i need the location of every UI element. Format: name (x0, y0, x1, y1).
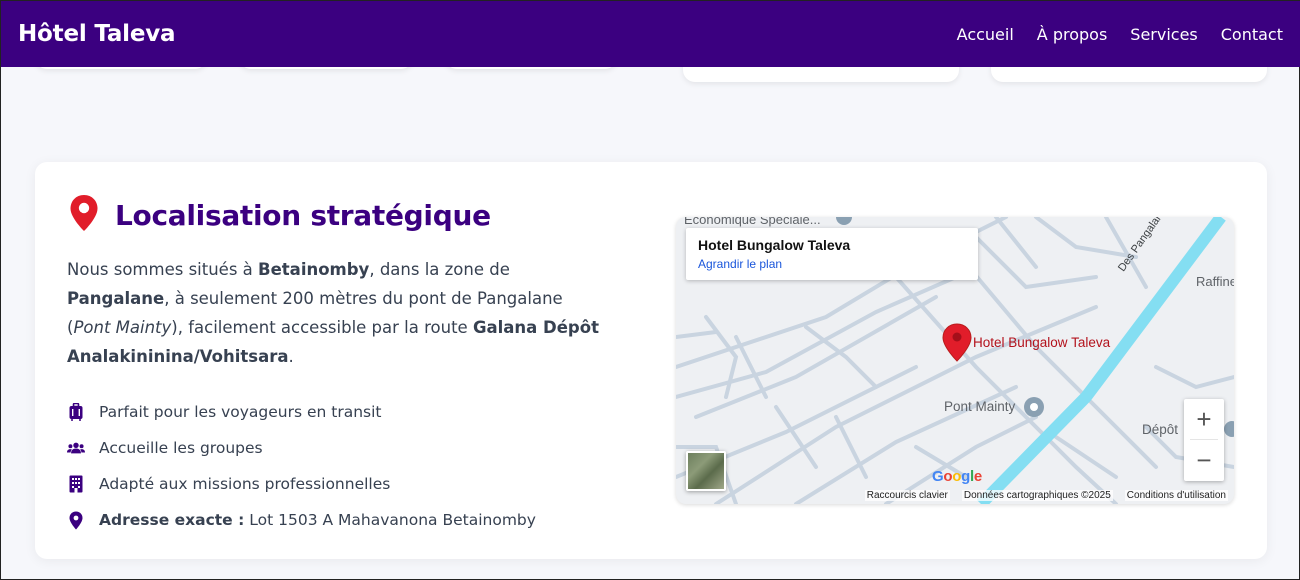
google-logo: Google (932, 468, 982, 485)
feature-groups: Accueille les groupes (67, 430, 536, 466)
map-label-top: Économique Spéciale... (684, 217, 821, 227)
map-data-credit: Données cartographiques ©2025 (961, 490, 1113, 501)
location-title: Localisation stratégique (115, 198, 491, 232)
map-label-raffin: Raffine (1196, 274, 1234, 289)
satellite-toggle[interactable] (686, 451, 726, 491)
location-description: Nous sommes situés à Betainomby, dans la… (67, 260, 599, 366)
top-poi[interactable] (836, 217, 852, 225)
map-label-pont: Pont Mainty (944, 399, 1016, 414)
nav-link-contact[interactable]: Contact (1221, 25, 1283, 44)
feature-transit: Parfait pour les voyageurs en transit (67, 394, 536, 430)
map-pin-icon (67, 510, 85, 530)
map-marker-label[interactable]: Hotel Bungalow Taleva (973, 335, 1110, 350)
depot-poi[interactable] (1224, 421, 1234, 437)
brand-logo[interactable]: Hôtel Taleva (18, 21, 176, 47)
nav-link-a-propos[interactable]: À propos (1037, 25, 1107, 44)
map-info-title: Hotel Bungalow Taleva (698, 237, 851, 253)
pont-mainty-poi[interactable] (1024, 397, 1044, 417)
address-label: Adresse exacte : (99, 511, 245, 529)
top-navbar: Hôtel Taleva Accueil À propos Services C… (1, 1, 1300, 67)
map-label-depot: Dépôt (1142, 422, 1179, 437)
suitcase-icon (67, 402, 85, 422)
location-card: Localisation stratégique Nous sommes sit… (35, 162, 1267, 559)
nav-link-services[interactable]: Services (1130, 25, 1197, 44)
building-icon (67, 474, 85, 494)
feature-address: Adresse exacte : Lot 1503 A Mahavanona B… (67, 502, 536, 538)
map-info-box: Hotel Bungalow Taleva Agrandir le plan (686, 228, 978, 280)
feature-business: Adapté aux missions professionnelles (67, 466, 536, 502)
users-icon (67, 438, 85, 458)
feature-list: Parfait pour les voyageurs en transit Ac… (67, 394, 536, 538)
nav-link-accueil[interactable]: Accueil (957, 25, 1014, 44)
keyboard-shortcuts-link[interactable]: Raccourcis clavier (864, 490, 950, 501)
terms-link[interactable]: Conditions d'utilisation (1124, 490, 1228, 501)
nav-links: Accueil À propos Services Contact (957, 25, 1283, 44)
map-attribution: Raccourcis clavier Données cartographiqu… (676, 487, 1234, 504)
zoom-out-button[interactable]: − (1184, 440, 1224, 480)
location-header: Localisation stratégique (69, 194, 491, 236)
zoom-control: + − (1184, 399, 1224, 481)
embedded-map[interactable]: Économique Spéciale... Des Pangalanes Ra… (676, 217, 1234, 504)
map-marker-icon (69, 194, 99, 236)
zoom-in-button[interactable]: + (1184, 399, 1224, 439)
address-value: Lot 1503 A Mahavanona Betainomby (249, 511, 536, 529)
enlarge-map-link[interactable]: Agrandir le plan (698, 257, 966, 271)
